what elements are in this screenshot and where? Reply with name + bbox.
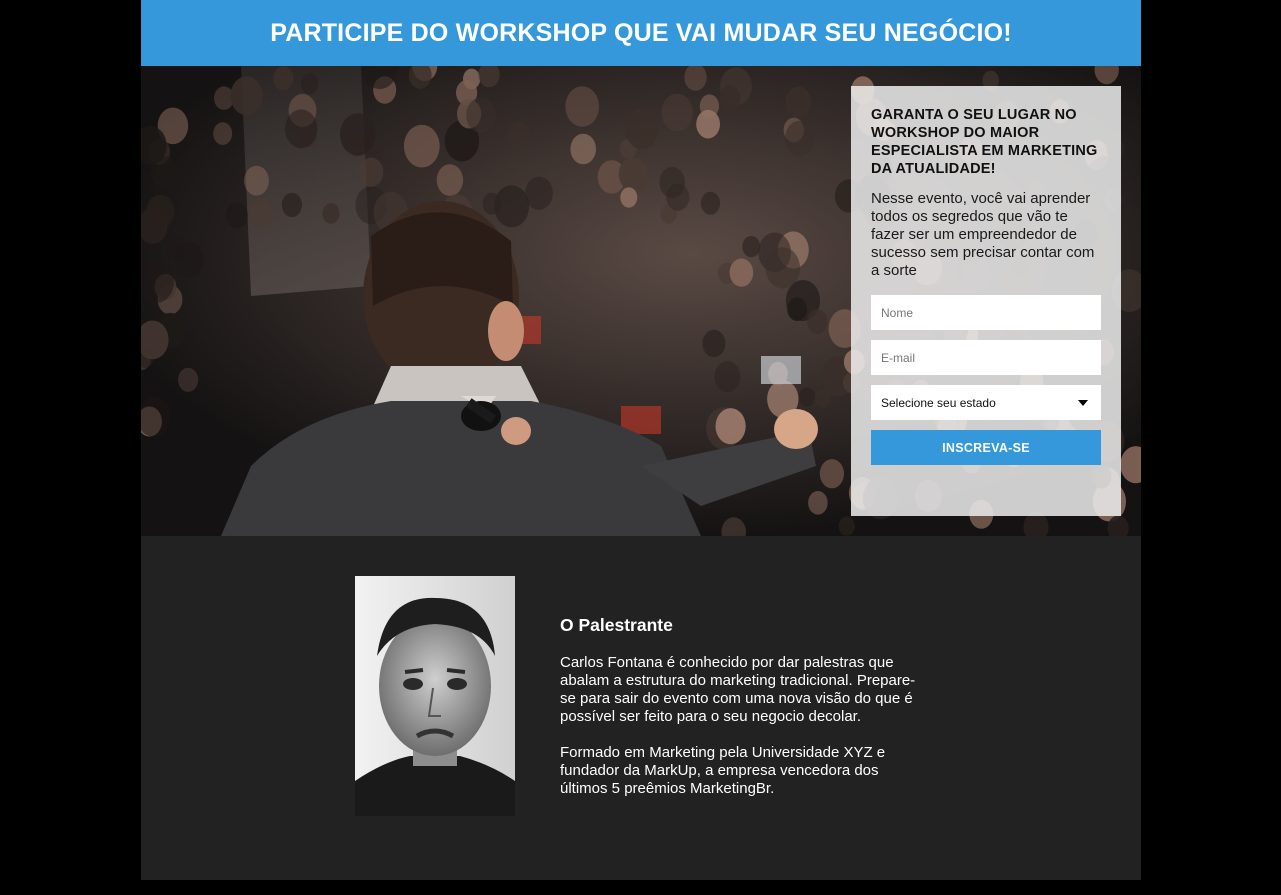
signup-form-card: GARANTA O SEU LUGAR NO WORKSHOP DO MAIOR… <box>851 86 1121 516</box>
subscribe-button[interactable]: INSCREVA-SE <box>871 430 1101 465</box>
signup-title: GARANTA O SEU LUGAR NO WORKSHOP DO MAIOR… <box>871 107 1098 177</box>
speaker-bio: O Palestrante Carlos Fontana é conhecido… <box>560 614 930 798</box>
speaker-paragraph-2: Formado em Marketing pela Universidade X… <box>560 744 886 797</box>
hero-section: GARANTA O SEU LUGAR NO WORKSHOP DO MAIOR… <box>141 66 1141 536</box>
signup-description: Nesse evento, você vai aprender todos os… <box>871 190 1095 279</box>
speaker-paragraph-1: Carlos Fontana é conhecido por dar pales… <box>560 654 916 725</box>
speaker-section: O Palestrante Carlos Fontana é conhecido… <box>141 536 1141 880</box>
email-input[interactable] <box>871 340 1101 375</box>
speaker-portrait-image <box>355 576 515 816</box>
top-banner: PARTICIPE DO WORKSHOP QUE VAI MUDAR SEU … <box>141 0 1141 66</box>
landing-page: PARTICIPE DO WORKSHOP QUE VAI MUDAR SEU … <box>141 0 1141 880</box>
state-select-value: Selecione seu estado <box>881 395 996 410</box>
state-select[interactable]: Selecione seu estado <box>871 385 1101 420</box>
speaker-photo <box>355 576 515 816</box>
speaker-heading: O Palestrante <box>560 615 673 635</box>
caret-down-icon <box>1078 400 1088 406</box>
name-input[interactable] <box>871 295 1101 330</box>
banner-title: PARTICIPE DO WORKSHOP QUE VAI MUDAR SEU … <box>270 18 1012 47</box>
